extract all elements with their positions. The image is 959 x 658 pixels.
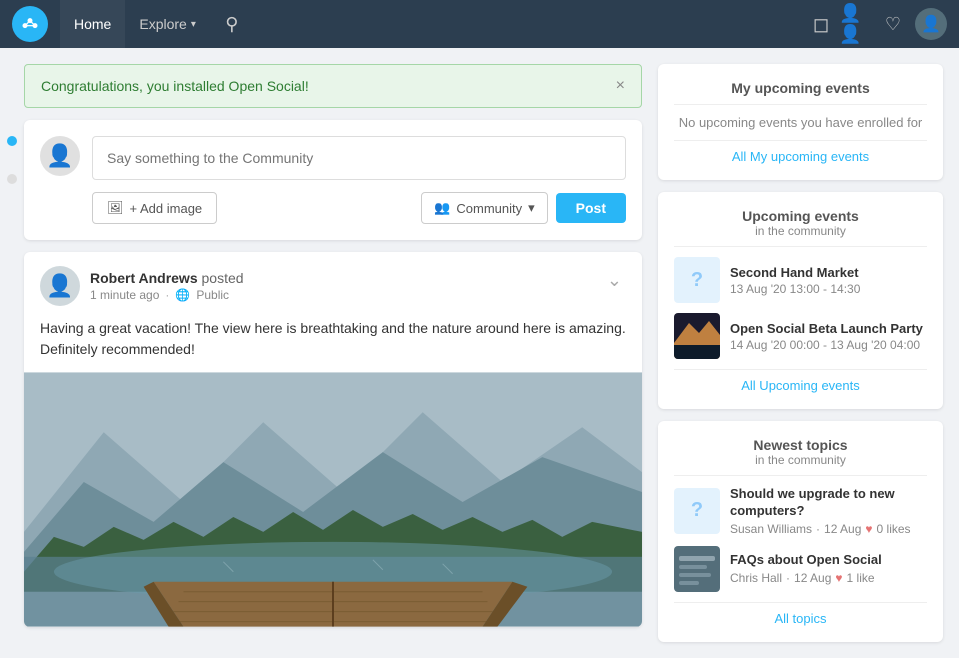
topnav: Home Explore ▾ ⚲ ◻ 👤👤 ♡ 👤 [0, 0, 959, 48]
event-2-date: 14 Aug '20 00:00 - 13 Aug '20 04:00 [730, 338, 923, 352]
explore-chevron-icon: ▾ [191, 19, 196, 30]
upcoming-events-card: Upcoming events in the community ? Secon… [658, 192, 943, 409]
topic-2-meta: Chris Hall · 12 Aug ♥ 1 like [730, 571, 882, 585]
event-item-1: ? Second Hand Market 13 Aug '20 13:00 - … [674, 257, 927, 303]
nav-explore[interactable]: Explore ▾ [125, 0, 210, 48]
alert-bar: Congratulations, you installed Open Soci… [24, 64, 642, 108]
main-feed: Congratulations, you installed Open Soci… [24, 64, 642, 642]
user-icon: 👤 [921, 14, 941, 34]
all-upcoming-events-link[interactable]: All Upcoming events [674, 378, 927, 393]
topic-2-image [674, 546, 720, 592]
topic-1-meta: Susan Williams · 12 Aug ♥ 0 likes [730, 522, 927, 536]
event-2-image [674, 313, 720, 359]
side-dot-1[interactable] [7, 136, 17, 146]
globe-icon: 🌐 [175, 288, 190, 302]
topic-1-name[interactable]: Should we upgrade to new computers? [730, 486, 927, 520]
all-topics-link[interactable]: All topics [674, 611, 927, 626]
side-dot-nav [0, 64, 24, 642]
topic-item-2: FAQs about Open Social Chris Hall · 12 A… [674, 546, 927, 592]
meta-separator: · [165, 288, 169, 302]
upcoming-events-divider2 [674, 369, 927, 370]
alert-message: Congratulations, you installed Open Soci… [41, 78, 309, 94]
topic-2-info: FAQs about Open Social Chris Hall · 12 A… [730, 552, 882, 585]
alert-close-btn[interactable]: × [616, 77, 625, 95]
post-options-chevron[interactable]: ⌄ [603, 266, 626, 295]
notification-btn[interactable]: ♡ [875, 6, 911, 42]
post-submit-btn[interactable]: Post [556, 193, 626, 223]
community-dropdown-icon: ▾ [528, 200, 535, 216]
event-1-info: Second Hand Market 13 Aug '20 13:00 - 14… [730, 265, 860, 296]
topic-2-name[interactable]: FAQs about Open Social [730, 552, 882, 569]
my-events-title: My upcoming events [674, 80, 927, 96]
topics-divider2 [674, 602, 927, 603]
topic-item-1: ? Should we upgrade to new computers? Su… [674, 486, 927, 536]
event-1-date: 13 Aug '20 13:00 - 14:30 [730, 282, 860, 296]
event-2-name[interactable]: Open Social Beta Launch Party [730, 321, 923, 336]
event-item-2: Open Social Beta Launch Party 14 Aug '20… [674, 313, 927, 359]
feed-card: 👤 Robert Andrews posted 1 minute ago · 🌐… [24, 252, 642, 627]
upcoming-events-divider [674, 246, 927, 247]
nav-home[interactable]: Home [60, 0, 125, 48]
right-sidebar: My upcoming events No upcoming events yo… [658, 64, 943, 642]
add-image-btn[interactable]: 🖼 + Add image [92, 192, 217, 224]
event-1-thumb: ? [674, 257, 720, 303]
heart-icon-2: ♥ [835, 571, 842, 585]
event-2-thumb [674, 313, 720, 359]
side-dot-2[interactable] [7, 174, 17, 184]
post-box: 👤 🖼 + Add image 👥 Community ▾ Post [24, 120, 642, 240]
group-icon: 👤👤 [839, 3, 875, 45]
event-2-info: Open Social Beta Launch Party 14 Aug '20… [730, 321, 923, 352]
bell-icon: ♡ [885, 14, 901, 35]
topic-1-thumb: ? [674, 488, 720, 534]
add-icon: ◻ [813, 12, 830, 37]
image-icon: 🖼 [107, 200, 124, 216]
search-icon: ⚲ [225, 14, 238, 35]
lake-scene-image [24, 372, 642, 627]
topics-divider [674, 475, 927, 476]
heart-icon-1: ♥ [865, 522, 872, 536]
community-icon: 👥 [434, 200, 450, 216]
logo[interactable] [12, 6, 48, 42]
all-my-events-link[interactable]: All My upcoming events [674, 149, 927, 164]
search-btn[interactable]: ⚲ [214, 0, 250, 48]
feed-user-name[interactable]: Robert Andrews posted [90, 270, 244, 286]
post-image [24, 372, 642, 627]
post-text: Having a great vacation! The view here i… [24, 314, 642, 372]
my-events-empty: No upcoming events you have enrolled for [674, 115, 927, 130]
post-time: 1 minute ago [90, 288, 159, 302]
topics-card: Newest topics in the community ? Should … [658, 421, 943, 642]
post-text-input[interactable] [92, 136, 626, 180]
add-btn[interactable]: ◻ [803, 6, 839, 42]
topic-1-info: Should we upgrade to new computers? Susa… [730, 486, 927, 536]
logo-icon [20, 14, 40, 34]
my-events-card: My upcoming events No upcoming events yo… [658, 64, 943, 180]
my-events-divider2 [674, 140, 927, 141]
topic-2-thumb [674, 546, 720, 592]
user-avatar-btn[interactable]: 👤 [915, 8, 947, 40]
topics-title: Newest topics in the community [674, 437, 927, 467]
upcoming-events-title: Upcoming events in the community [674, 208, 927, 238]
community-selector-btn[interactable]: 👥 Community ▾ [421, 192, 547, 224]
event-1-name[interactable]: Second Hand Market [730, 265, 860, 280]
post-visibility: Public [196, 288, 229, 302]
post-user-avatar: 👤 [40, 136, 80, 176]
feed-user-avatar: 👤 [40, 266, 80, 306]
my-events-divider [674, 104, 927, 105]
group-btn[interactable]: 👤👤 [839, 6, 875, 42]
